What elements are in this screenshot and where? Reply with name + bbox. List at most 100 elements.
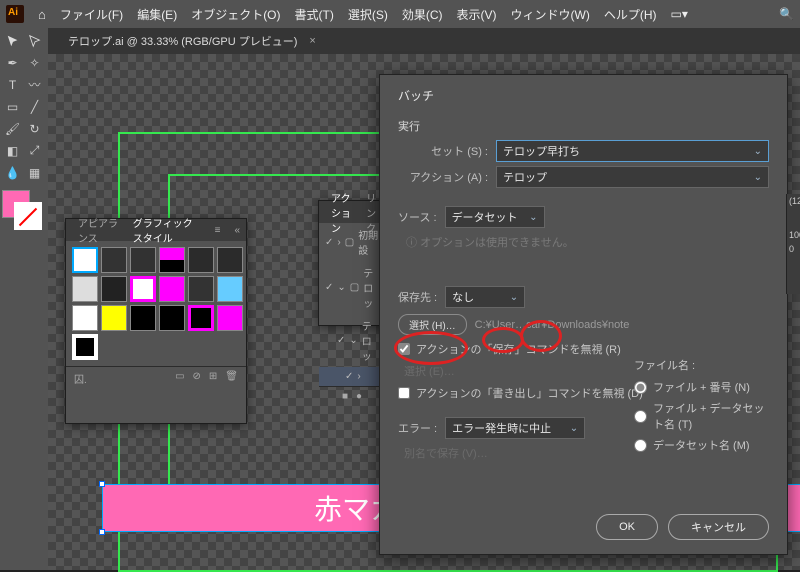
tab-graphic-styles[interactable]: グラフィックスタイル [127,213,207,247]
break-link-icon[interactable]: ⊘ [193,371,201,386]
style-swatch[interactable] [188,276,214,302]
rotate-tool[interactable]: ↻ [24,118,45,139]
style-swatch[interactable] [159,276,185,302]
style-swatch[interactable] [188,305,214,331]
style-swatch[interactable] [130,276,156,302]
style-swatch[interactable] [72,247,98,273]
workspace-switch-icon[interactable]: ▭▾ [671,7,688,21]
source-label: ソース : [398,209,437,225]
override-save-checkbox[interactable] [398,343,410,355]
search-icon[interactable]: 🔍 [779,7,794,21]
menu-select[interactable]: 選択(S) [348,6,388,23]
brush-tool[interactable]: 🖌 [2,118,23,139]
dest-select[interactable]: なし⌄ [445,286,525,308]
override-export-checkbox[interactable] [398,387,410,399]
style-swatch[interactable] [72,276,98,302]
error-select[interactable]: エラー発生時に中止⌄ [445,417,585,439]
folder-icon: ▢ [350,282,359,293]
document-tab[interactable]: テロップ.ai @ 33.33% (RGB/GPU プレビュー) [60,33,305,49]
document-tabbar: テロップ.ai @ 33.33% (RGB/GPU プレビュー) × [0,28,800,54]
style-swatch[interactable] [217,276,243,302]
menu-window[interactable]: ウィンドウ(W) [511,6,590,23]
stop-icon[interactable]: ■ [342,391,348,402]
graphic-styles-panel[interactable]: アピアランス グラフィックスタイル ≡ « 囚. ▭ ⊘ ⊞ 🗑 [65,218,247,424]
style-swatch[interactable] [101,276,127,302]
override-export-label: アクションの「書き出し」コマンドを無視 (D) [416,385,643,401]
panel-footer-label: 囚. [74,371,87,386]
pen-tool[interactable]: ✒ [2,52,23,73]
libraries-icon[interactable]: ▭ [175,371,184,386]
style-swatch[interactable] [101,247,127,273]
chevron-down-icon: ⌄ [570,423,578,434]
choose-folder-button[interactable]: 選択 (H)… [398,314,467,335]
action-item[interactable]: テロッ [362,318,379,363]
check-icon[interactable]: ✓ [325,282,333,293]
style-swatch[interactable] [130,247,156,273]
panel-collapse-icon[interactable]: « [228,225,246,236]
style-swatch[interactable] [217,247,243,273]
record-icon[interactable]: ● [356,391,362,402]
line-tool[interactable]: ╱ [24,96,45,117]
chevron-down-icon: ⌄ [510,292,518,303]
error-label: エラー : [398,420,437,436]
style-swatch[interactable] [101,305,127,331]
action-set[interactable]: テロッ [363,265,379,310]
style-swatch[interactable] [159,305,185,331]
menu-help[interactable]: ヘルプ(H) [604,6,657,23]
delete-icon[interactable]: 🗑 [225,371,238,386]
menu-file[interactable]: ファイル(F) [60,6,123,23]
right-panel-sliver: (12 100 0 [786,194,800,294]
tools-panel: ✒ ✧ T 〰 ▭ ╱ 🖌 ↻ ◧ ⤢ 💧 ▦ [0,28,48,570]
style-swatch[interactable] [217,305,243,331]
app-logo [6,5,24,23]
gradient-tool[interactable]: ▦ [24,162,45,183]
eraser-tool[interactable]: ◧ [2,140,23,161]
action-select[interactable]: テロップ⌄ [496,166,769,188]
action-set[interactable]: 初期設 [358,227,379,257]
ok-button[interactable]: OK [596,514,658,540]
direct-selection-tool[interactable] [24,30,45,51]
scale-tool[interactable]: ⤢ [24,140,45,161]
panel-menu-icon[interactable]: ≡ [209,225,227,236]
stroke-none-icon[interactable] [14,202,42,230]
menu-view[interactable]: 表示(V) [457,6,497,23]
style-swatch[interactable] [72,305,98,331]
radio-file-dataset[interactable] [634,410,647,423]
style-swatch[interactable] [72,334,98,360]
eyedropper-tool[interactable]: 💧 [2,162,23,183]
rectangle-tool[interactable]: ▭ [2,96,23,117]
source-select[interactable]: データセット⌄ [445,206,545,228]
radio-dataset[interactable] [634,439,647,452]
new-style-icon[interactable]: ⊞ [209,371,217,386]
style-swatch[interactable] [159,247,185,273]
selection-handle[interactable] [99,481,105,487]
chevron-down-icon: ⌄ [529,212,537,223]
actions-panel[interactable]: アクション リンク ✓›▢初期設 ✓⌄▢テロッ ✓⌄テロッ ✓› ■● [318,200,386,326]
wand-tool[interactable]: ✧ [24,52,45,73]
home-icon[interactable]: ⌂ [38,7,46,22]
dialog-title: バッチ [398,87,769,104]
menu-effect[interactable]: 効果(C) [402,6,443,23]
close-tab-icon[interactable]: × [309,35,315,47]
check-icon[interactable]: ✓ [337,335,345,346]
set-select[interactable]: テロップ早打ち⌄ [496,140,769,162]
menubar: ⌂ ファイル(F) 編集(E) オブジェクト(O) 書式(T) 選択(S) 効果… [0,0,800,28]
style-swatch[interactable] [188,247,214,273]
type-tool[interactable]: T [2,74,23,95]
menu-type[interactable]: 書式(T) [295,6,334,23]
selection-handle[interactable] [99,529,105,535]
filename-label: ファイル名 : [634,357,769,373]
tab-appearance[interactable]: アピアランス [72,213,125,247]
batch-dialog: バッチ 実行 セット (S) : テロップ早打ち⌄ アクション (A) : テロ… [379,74,788,555]
curvature-tool[interactable]: 〰 [24,74,45,95]
radio-file-number[interactable] [634,381,647,394]
check-icon[interactable]: ✓ [325,237,333,248]
cancel-button[interactable]: キャンセル [668,514,769,540]
check-icon[interactable]: ✓ [345,371,353,382]
selection-tool[interactable] [2,30,23,51]
tab-actions[interactable]: アクション [325,188,358,237]
style-swatch[interactable] [130,305,156,331]
menu-object[interactable]: オブジェクト(O) [191,6,280,23]
fill-stroke-swatch[interactable] [2,190,42,230]
menu-edit[interactable]: 編集(E) [137,6,177,23]
